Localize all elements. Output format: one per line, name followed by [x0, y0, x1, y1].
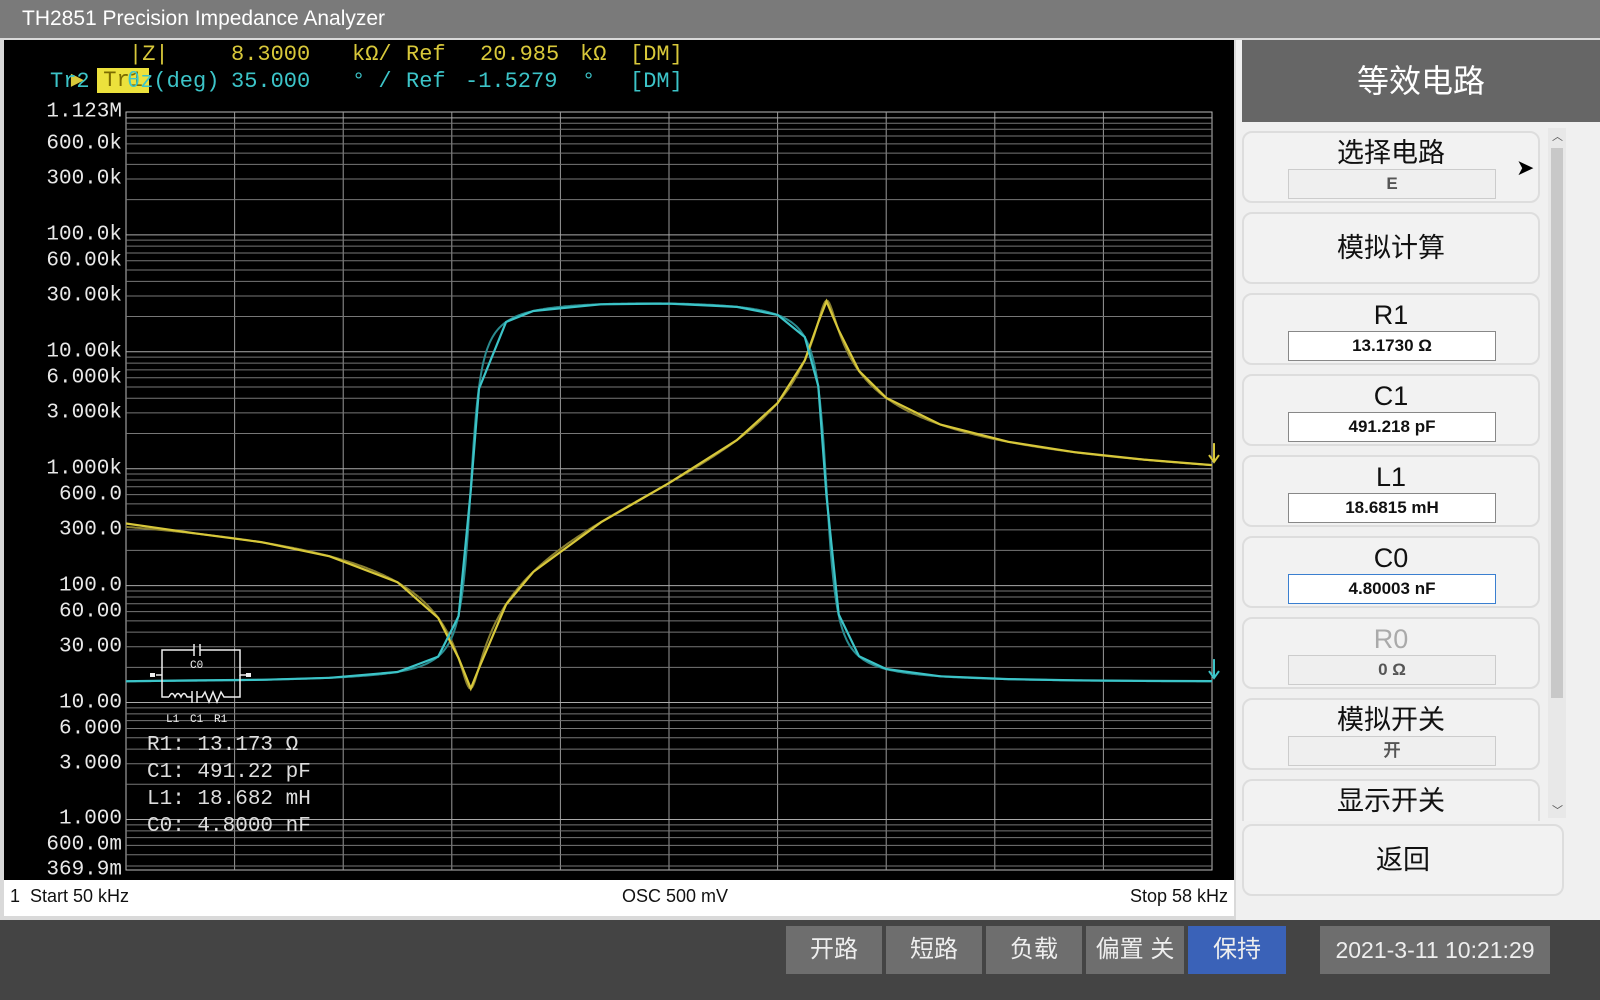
simulate-button[interactable]: 模拟计算 — [1242, 212, 1540, 284]
l1-input[interactable]: 18.6815 mH — [1288, 493, 1496, 523]
status-bar: 开路 短路 负载 偏置 关 保持 2021-3-11 10:21:29 — [0, 920, 1600, 1000]
trace1-ref-marker-icon — [1208, 443, 1220, 464]
bias-button[interactable]: 偏置 关 — [1086, 926, 1184, 974]
start-frequency[interactable]: Start 50 kHz — [30, 886, 129, 907]
result-c0: C0: 4.8000 nF — [147, 815, 311, 838]
y-tick-label: 300.0k — [46, 167, 122, 191]
r0-field-button: R0 0 Ω — [1242, 617, 1540, 689]
y-tick-label: 369.9m — [46, 858, 122, 882]
channel-number: 1 — [10, 886, 21, 906]
l1-field-button[interactable]: L1 18.6815 mH — [1242, 455, 1540, 527]
panel-scrollbar[interactable]: ︿ ﹀ — [1548, 128, 1566, 818]
submenu-arrow-icon: ➤ — [1516, 155, 1535, 180]
r1-field-button[interactable]: R1 13.1730 Ω — [1242, 293, 1540, 365]
l1-label: L1 — [1375, 462, 1407, 492]
c1-input[interactable]: 491.218 pF — [1288, 412, 1496, 442]
trace2-ref: -1.5279 — [465, 69, 558, 94]
y-tick-label: 100.0 — [58, 574, 122, 598]
trace2-param: θz(deg) — [127, 69, 220, 94]
hold-button[interactable]: 保持 — [1188, 926, 1286, 974]
y-tick-label: 3.000k — [46, 401, 122, 425]
c0-label: C0 — [1373, 543, 1409, 573]
trace-display[interactable]: ▶ Tr1 |Z| 8.3000 kΩ/ Ref 20.985 kΩ [DM] … — [4, 40, 1234, 882]
trace1-ref-unit: kΩ — [580, 42, 607, 67]
trace2-ref-unit: ° — [582, 69, 596, 94]
c0-input[interactable]: 4.80003 nF — [1288, 574, 1496, 604]
datetime: 2021-3-11 10:21:29 — [1320, 926, 1550, 974]
y-tick-label: 600.0k — [46, 132, 122, 156]
equivalent-circuit-diagram: C0 L1 C1 R1 — [150, 644, 251, 726]
trace2-tag[interactable]: Tr2 — [50, 69, 90, 94]
y-tick-label: 300.0 — [58, 518, 122, 542]
r1-label: R1 — [1373, 300, 1409, 330]
y-tick-label: 6.000 — [58, 717, 122, 740]
y-tick-label: 3.000 — [58, 752, 122, 776]
sim-switch-button[interactable]: 模拟开关 开 — [1242, 698, 1540, 770]
r0-value: 0 Ω — [1288, 655, 1496, 685]
trace2-mode: [DM] — [630, 69, 683, 94]
simulate-label: 模拟计算 — [1337, 233, 1445, 263]
trace2-unit: ° / — [352, 69, 392, 94]
scroll-up-icon[interactable]: ︿ — [1552, 128, 1563, 144]
open-button[interactable]: 开路 — [786, 926, 882, 974]
y-tick-label: 10.00 — [58, 691, 122, 715]
sim-switch-label: 模拟开关 — [1337, 705, 1445, 735]
load-button[interactable]: 负载 — [986, 926, 1082, 974]
display-switch-button[interactable]: 显示开关 — [1242, 779, 1540, 821]
select-circuit-value: E — [1288, 169, 1496, 199]
trace2-ref-marker-icon — [1208, 659, 1220, 680]
trace1-ref: 20.985 — [480, 42, 560, 67]
y-tick-label: 1.000k — [46, 457, 122, 481]
trace1-mode: [DM] — [630, 42, 683, 67]
c0-label: C0 — [190, 660, 203, 672]
l1-label: L1 — [166, 714, 180, 726]
select-circuit-button[interactable]: 选择电路 E — [1242, 131, 1540, 203]
back-label: 返回 — [1376, 845, 1430, 875]
sweep-footer: 1 Start 50 kHz OSC 500 mV Stop 58 kHz — [4, 880, 1234, 916]
c0-field-button[interactable]: C0 4.80003 nF — [1242, 536, 1540, 608]
y-tick-label: 10.00k — [46, 340, 122, 364]
c1-label: C1 — [190, 714, 204, 726]
c1-label: C1 — [1373, 381, 1409, 411]
result-r1: R1: 13.173 Ω — [147, 734, 299, 757]
short-button[interactable]: 短路 — [886, 926, 982, 974]
result-c1: C1: 491.22 pF — [147, 761, 311, 784]
y-tick-label: 1.123M — [46, 100, 122, 124]
trace2-scale: 35.000 — [231, 69, 311, 94]
y-tick-label: 6.000k — [46, 366, 122, 390]
result-l1: L1: 18.682 mH — [147, 788, 311, 811]
y-tick-label: 30.00k — [46, 284, 122, 308]
trace1-unit: kΩ/ — [352, 42, 392, 67]
y-tick-label: 60.00k — [46, 249, 122, 273]
y-tick-label: 1.000 — [58, 807, 122, 831]
scroll-down-icon[interactable]: ﹀ — [1552, 802, 1563, 818]
sim-switch-value: 开 — [1288, 736, 1496, 766]
c1-field-button[interactable]: C1 491.218 pF — [1242, 374, 1540, 446]
y-tick-label: 600.0 — [58, 483, 122, 507]
scrollbar-thumb[interactable] — [1551, 148, 1563, 698]
trace2-ref-label: Ref — [406, 69, 446, 94]
softkey-panel: 等效电路 选择电路 E ➤ 模拟计算 R1 13.1730 Ω C1 491.2… — [1236, 40, 1600, 920]
display-switch-label: 显示开关 — [1337, 786, 1445, 816]
trace1-param: |Z| — [129, 42, 169, 67]
back-button[interactable]: 返回 — [1242, 824, 1564, 896]
panel-title: 等效电路 — [1242, 40, 1600, 122]
y-tick-label: 60.00 — [58, 600, 122, 624]
select-circuit-label: 选择电路 — [1337, 138, 1445, 168]
y-tick-label: 600.0m — [46, 833, 122, 857]
y-tick-label: 100.0k — [46, 223, 122, 247]
trace1-ref-label: Ref — [406, 42, 446, 67]
stop-frequency[interactable]: Stop 58 kHz — [1130, 886, 1228, 907]
osc-level[interactable]: OSC 500 mV — [622, 886, 728, 907]
r0-label: R0 — [1373, 624, 1409, 654]
y-tick-label: 30.00 — [58, 635, 122, 659]
r1-label: R1 — [214, 714, 228, 726]
r1-input[interactable]: 13.1730 Ω — [1288, 331, 1496, 361]
trace1-scale: 8.3000 — [231, 42, 311, 67]
window-title: TH2851 Precision Impedance Analyzer — [0, 0, 1600, 38]
